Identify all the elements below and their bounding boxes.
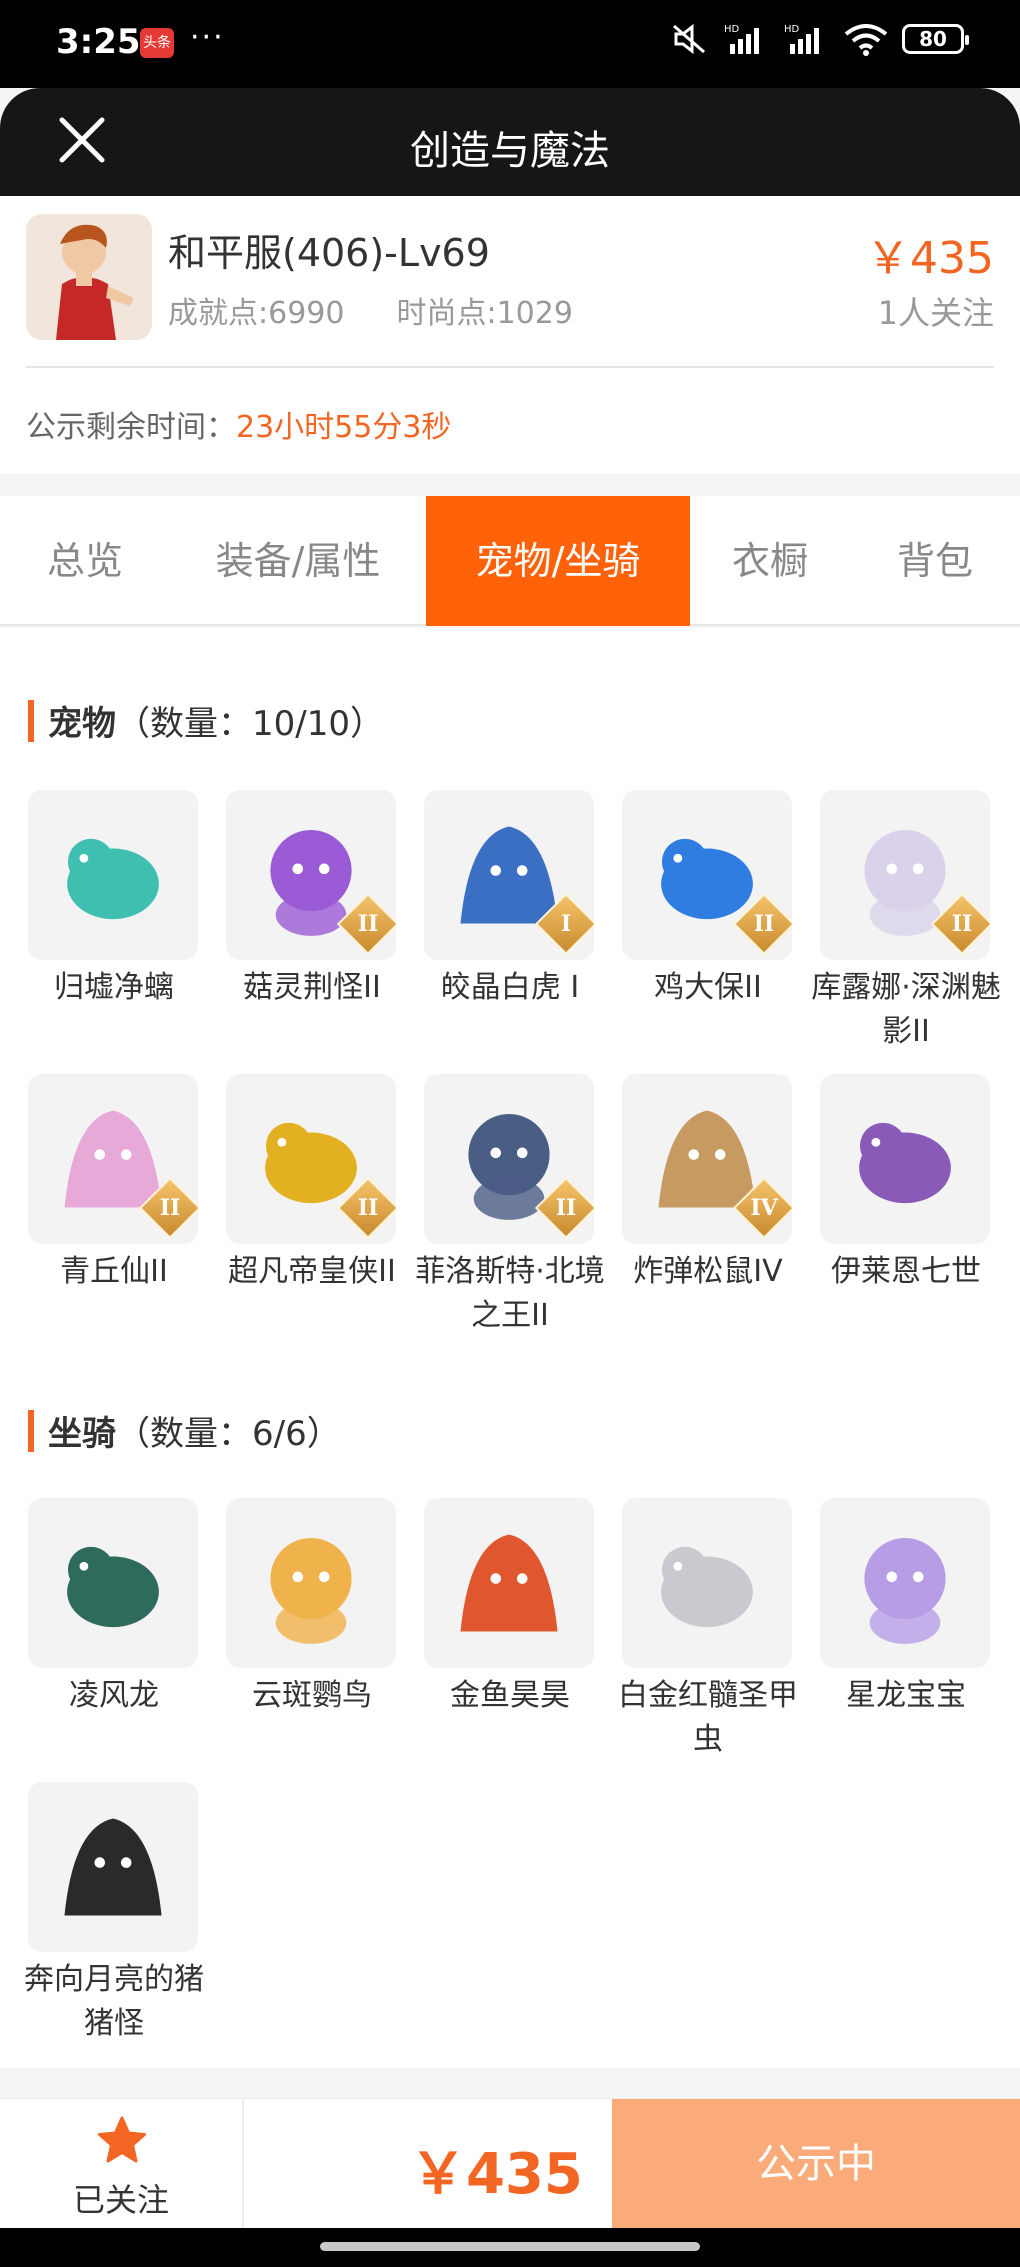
countdown-value: 23小时55分3秒: [236, 410, 452, 445]
pet-image: II: [424, 1074, 594, 1244]
mount-image: [28, 1498, 198, 1668]
pet-item[interactable]: II 库露娜·深渊魅影II: [811, 790, 1001, 1054]
pet-image: [28, 790, 198, 960]
mount-name: 金鱼昊昊: [450, 1678, 570, 1713]
svg-text:HD: HD: [784, 24, 800, 35]
mounts-count: （数量：6/6）: [116, 1414, 341, 1454]
pet-item[interactable]: 伊莱恩七世: [820, 1074, 992, 1294]
gesture-bar-area: [0, 2228, 1020, 2267]
status-bar: 3:25 头条 ··· HD HD 80: [0, 0, 1020, 88]
tab-wardrobe[interactable]: 衣橱: [690, 496, 850, 626]
listing-price: ￥435: [866, 233, 994, 284]
pet-name: 库露娜·深渊魅影II: [811, 970, 1001, 1049]
pet-item[interactable]: IV 炸弹松鼠IV: [622, 1074, 794, 1294]
mount-name: 奔向月亮的猪猪怪: [24, 1962, 204, 2041]
toutiao-app-icon: 头条: [140, 28, 174, 58]
pet-item[interactable]: II 青丘仙II: [28, 1074, 200, 1294]
mount-image: [424, 1498, 594, 1668]
follow-button[interactable]: 已关注: [0, 2099, 244, 2229]
mount-item[interactable]: 凌风龙: [28, 1498, 200, 1718]
pet-item[interactable]: 归墟净螭: [28, 790, 200, 1010]
pets-count: （数量：10/10）: [116, 704, 384, 744]
publicity-countdown: 公示剩余时间：23小时55分3秒: [26, 402, 451, 446]
hd-signal-icon: HD: [784, 24, 819, 54]
tab-bar: 总览 装备/属性 宠物/坐骑 衣橱 背包: [0, 496, 1020, 626]
listing-stats: 成就点:6990 时尚点:1029: [168, 288, 573, 332]
home-indicator[interactable]: [320, 2242, 700, 2251]
pet-item[interactable]: II 超凡帝皇侠II: [226, 1074, 398, 1294]
pet-name: 鸡大保II: [654, 970, 762, 1005]
mount-item[interactable]: 金鱼昊昊: [424, 1498, 596, 1718]
pet-name: 超凡帝皇侠II: [228, 1254, 396, 1289]
nav-bar: 创造与魔法: [0, 88, 1020, 196]
mount-item[interactable]: 白金红髓圣甲虫: [618, 1498, 798, 1762]
listing-card: 和平服(406)-Lv69 ￥435 成就点:6990 时尚点:1029 1人关注…: [0, 196, 1020, 474]
pet-image: I: [424, 790, 594, 960]
followers-count: 1人关注: [877, 294, 994, 332]
mute-icon: [673, 23, 705, 55]
wifi-icon: [844, 24, 888, 56]
pet-image: II: [622, 790, 792, 960]
pet-name: 炸弹松鼠IV: [633, 1254, 783, 1289]
pet-name: 青丘仙II: [60, 1254, 168, 1289]
follow-label: 已关注: [72, 2181, 169, 2219]
section-accent-bar: [28, 699, 34, 742]
pets-section-heading: 宠物 （数量：10/10）: [28, 696, 384, 745]
tab-backpack[interactable]: 背包: [850, 496, 1020, 626]
svg-text:HD: HD: [724, 24, 740, 35]
mount-name: 白金红髓圣甲虫: [618, 1678, 798, 1757]
status-time: 3:25: [56, 22, 141, 62]
countdown-label: 公示剩余时间：: [26, 410, 236, 445]
bottom-action-bar: 已关注 ￥435 公示中: [0, 2098, 1020, 2229]
pet-item[interactable]: II 菇灵荆怪II: [226, 790, 398, 1010]
mounts-title: 坐骑: [48, 1414, 116, 1454]
tab-overview[interactable]: 总览: [0, 496, 170, 626]
pet-image: II: [226, 790, 396, 960]
pet-item[interactable]: I 皎晶白虎 I: [424, 790, 596, 1010]
bottom-price: ￥435: [410, 2142, 583, 2207]
mount-image: [622, 1498, 792, 1668]
pets-mounts-panel: 宠物 （数量：10/10） 归墟净螭 II 菇灵荆怪II I 皎晶白虎 I II 鸡大保II I…: [0, 628, 1020, 2068]
pet-name: 归墟净螭: [54, 970, 174, 1005]
tab-equipment[interactable]: 装备/属性: [170, 496, 426, 626]
star-icon: [98, 2116, 146, 2163]
section-accent-bar: [28, 1409, 34, 1452]
server-level: 和平服(406)-Lv69: [168, 231, 490, 275]
pet-image: II: [28, 1074, 198, 1244]
pet-name: 菇灵荆怪II: [243, 970, 381, 1005]
pet-image: II: [226, 1074, 396, 1244]
mount-item[interactable]: 奔向月亮的猪猪怪: [24, 1782, 204, 2046]
status-icons: HD HD 80: [670, 22, 969, 56]
achievement-points: 成就点:6990: [168, 296, 345, 331]
mount-item[interactable]: 星龙宝宝: [820, 1498, 992, 1718]
fashion-points: 时尚点:1029: [396, 296, 573, 331]
pet-name: 皎晶白虎 I: [440, 970, 580, 1005]
mount-name: 凌风龙: [69, 1678, 159, 1713]
publicity-status-button[interactable]: 公示中: [612, 2099, 1020, 2229]
pet-name: 伊莱恩七世: [831, 1254, 981, 1289]
mount-image: [28, 1782, 198, 1952]
mounts-section-heading: 坐骑 （数量：6/6）: [28, 1406, 341, 1455]
pet-name: 菲洛斯特·北境之王II: [415, 1254, 605, 1333]
mount-image: [226, 1498, 396, 1668]
mount-item[interactable]: 云斑鹦鸟: [226, 1498, 398, 1718]
mount-image: [820, 1498, 990, 1668]
pet-image: II: [820, 790, 990, 960]
mount-name: 星龙宝宝: [846, 1678, 966, 1713]
divider: [26, 366, 994, 368]
pet-item[interactable]: II 菲洛斯特·北境之王II: [415, 1074, 605, 1338]
pets-title: 宠物: [48, 704, 116, 744]
hd-signal-icon: HD: [724, 24, 759, 54]
pet-item[interactable]: II 鸡大保II: [622, 790, 794, 1010]
tab-pets-mounts[interactable]: 宠物/坐骑: [426, 496, 690, 626]
pet-image: IV: [622, 1074, 792, 1244]
character-avatar: [26, 214, 152, 340]
page-title: 创造与魔法: [410, 128, 610, 174]
pet-image: [820, 1074, 990, 1244]
mount-name: 云斑鹦鸟: [252, 1678, 372, 1713]
more-notifications-icon: ···: [190, 20, 225, 55]
battery-icon: 80: [902, 24, 969, 54]
